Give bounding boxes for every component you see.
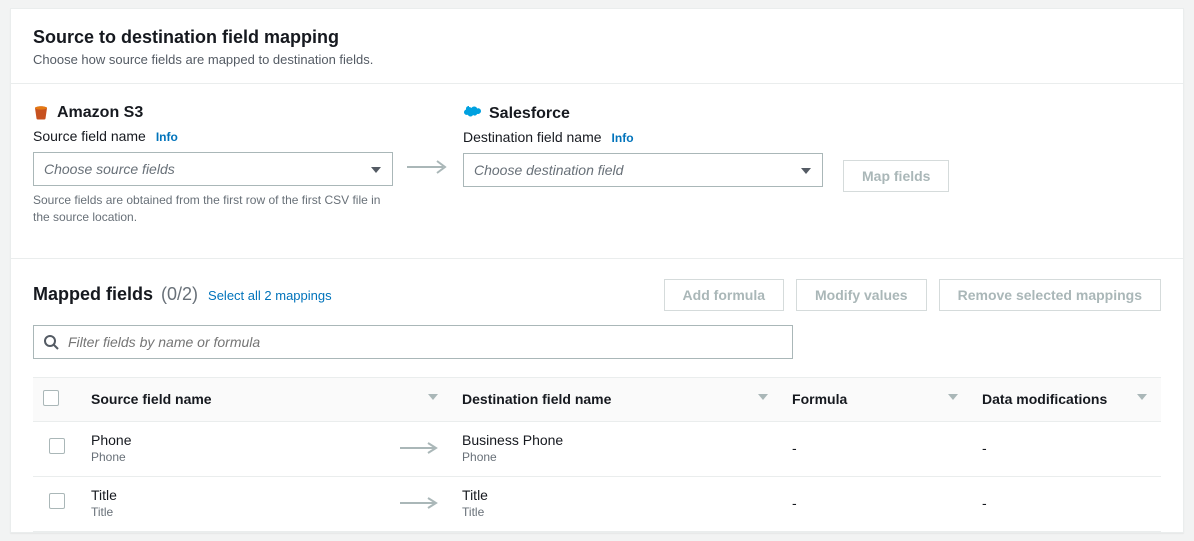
mapped-actions: Add formula Modify values Remove selecte…	[664, 279, 1161, 311]
column-header-destination[interactable]: Destination field name	[452, 377, 782, 421]
destination-field-label: Destination field name	[463, 129, 602, 145]
table-row: Phone Phone Business Phone Phone - -	[33, 421, 1161, 476]
source-field-main: Phone	[91, 432, 378, 448]
modify-values-button[interactable]: Modify values	[796, 279, 927, 311]
remove-selected-mappings-button[interactable]: Remove selected mappings	[939, 279, 1161, 311]
row-checkbox[interactable]	[49, 438, 65, 454]
sort-icon	[1137, 394, 1147, 400]
destination-field-sub: Title	[462, 505, 772, 519]
column-header-source[interactable]: Source field name	[81, 377, 452, 421]
destination-field-main: Title	[462, 487, 772, 503]
destination-info-link[interactable]: Info	[612, 131, 634, 145]
mapped-fields-count: (0/2)	[161, 284, 198, 305]
filter-input[interactable]	[33, 325, 793, 359]
arrow-right-icon	[398, 497, 442, 509]
destination-service-name: Salesforce	[489, 105, 570, 123]
source-field-select-wrap: Choose source fields	[33, 152, 393, 186]
mapping-area: Amazon S3 Source field name Info Choose …	[11, 84, 1183, 254]
destination-service-header: Salesforce	[463, 104, 823, 123]
map-button-wrap: Map fields	[823, 104, 949, 192]
source-info-link[interactable]: Info	[156, 130, 178, 144]
column-header-checkbox	[33, 377, 81, 421]
destination-field-main: Business Phone	[462, 432, 772, 448]
page-description: Choose how source fields are mapped to d…	[33, 52, 1161, 67]
row-arrow	[388, 476, 452, 531]
mapped-fields-header: Mapped fields (0/2) Select all 2 mapping…	[33, 279, 1161, 311]
arrow-right-icon	[405, 160, 451, 174]
source-field-sub: Title	[91, 505, 378, 519]
destination-field-select[interactable]: Choose destination field	[463, 153, 823, 187]
mapped-fields-title: Mapped fields (0/2) Select all 2 mapping…	[33, 284, 332, 305]
row-arrow	[388, 421, 452, 476]
select-all-checkbox[interactable]	[43, 390, 59, 406]
filter-wrap	[33, 325, 793, 359]
mapped-fields-title-text: Mapped fields	[33, 284, 153, 305]
row-checkbox[interactable]	[49, 493, 65, 509]
source-column: Amazon S3 Source field name Info Choose …	[33, 104, 393, 226]
source-helper-text: Source fields are obtained from the firs…	[33, 192, 393, 226]
destination-field-sub: Phone	[462, 450, 772, 464]
mappings-table: Source field name Destination field name…	[33, 377, 1161, 532]
select-all-mappings-link[interactable]: Select all 2 mappings	[208, 288, 332, 303]
column-header-formula[interactable]: Formula	[782, 377, 972, 421]
source-service-header: Amazon S3	[33, 104, 393, 122]
mapped-fields-section: Mapped fields (0/2) Select all 2 mapping…	[11, 258, 1183, 532]
source-service-name: Amazon S3	[57, 104, 143, 122]
destination-field-select-wrap: Choose destination field	[463, 153, 823, 187]
map-fields-button[interactable]: Map fields	[843, 160, 949, 192]
section-header: Source to destination field mapping Choo…	[11, 9, 1183, 84]
modifications-cell: -	[972, 476, 1161, 531]
column-header-modifications[interactable]: Data modifications	[972, 377, 1161, 421]
sort-icon	[758, 394, 768, 400]
sort-icon	[428, 394, 438, 400]
search-icon	[43, 334, 59, 350]
s3-icon	[33, 105, 49, 121]
table-row: Title Title Title Title - -	[33, 476, 1161, 531]
salesforce-icon	[463, 104, 481, 123]
source-field-sub: Phone	[91, 450, 378, 464]
mapping-arrow	[393, 104, 463, 174]
source-field-label-row: Source field name Info	[33, 128, 393, 144]
source-field-select[interactable]: Choose source fields	[33, 152, 393, 186]
page-title: Source to destination field mapping	[33, 27, 1161, 48]
destination-field-label-row: Destination field name Info	[463, 129, 823, 145]
destination-column: Salesforce Destination field name Info C…	[463, 104, 823, 187]
formula-cell: -	[782, 421, 972, 476]
source-field-label: Source field name	[33, 128, 146, 144]
formula-cell: -	[782, 476, 972, 531]
add-formula-button[interactable]: Add formula	[664, 279, 784, 311]
arrow-right-icon	[398, 442, 442, 454]
source-field-main: Title	[91, 487, 378, 503]
sort-icon	[948, 394, 958, 400]
modifications-cell: -	[972, 421, 1161, 476]
